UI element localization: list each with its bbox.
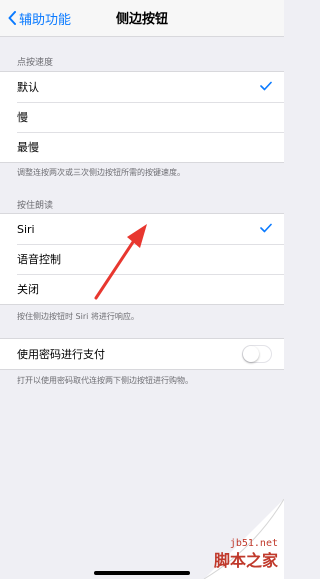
passcode-payment-footer: 打开以使用密码取代连按两下侧边按钮进行购物。 (17, 376, 193, 385)
option-default[interactable]: 默认 (0, 72, 284, 102)
option-label: 语音控制 (17, 253, 61, 266)
option-label: Siri (17, 222, 35, 236)
option-label: 慢 (17, 111, 28, 124)
checkmark-icon (260, 81, 272, 91)
home-indicator (94, 571, 190, 575)
toggle-knob (243, 346, 259, 362)
option-label: 关闭 (17, 283, 39, 296)
option-slow[interactable]: 慢 (0, 102, 284, 132)
option-slowest[interactable]: 最慢 (0, 132, 284, 162)
page-title: 侧边按钮 (115, 12, 168, 27)
press-hold-footer: 按住侧边按钮时 Siri 将进行响应。 (17, 312, 139, 321)
passcode-payment-group: 使用密码进行支付 (0, 338, 284, 370)
click-speed-group: 默认 慢 最慢 (0, 71, 284, 163)
navigation-bar: 辅助功能 侧边按钮 (0, 0, 284, 37)
option-label: 最慢 (17, 141, 39, 154)
annotation-arrow-icon (94, 224, 147, 300)
press-hold-header: 按住朗读 (17, 201, 54, 211)
passcode-payment-toggle[interactable] (242, 345, 272, 363)
watermark: jb51.net 脚本之家 (144, 499, 284, 579)
passcode-payment-row: 使用密码进行支付 (0, 339, 284, 369)
option-label: 默认 (17, 81, 39, 94)
click-speed-footer: 调整连按两次或三次侧边按钮所需的按键速度。 (17, 168, 185, 177)
passcode-payment-label: 使用密码进行支付 (17, 348, 105, 361)
click-speed-header: 点按速度 (17, 58, 54, 68)
watermark-name: 脚本之家 (213, 551, 278, 570)
checkmark-icon (260, 223, 272, 233)
